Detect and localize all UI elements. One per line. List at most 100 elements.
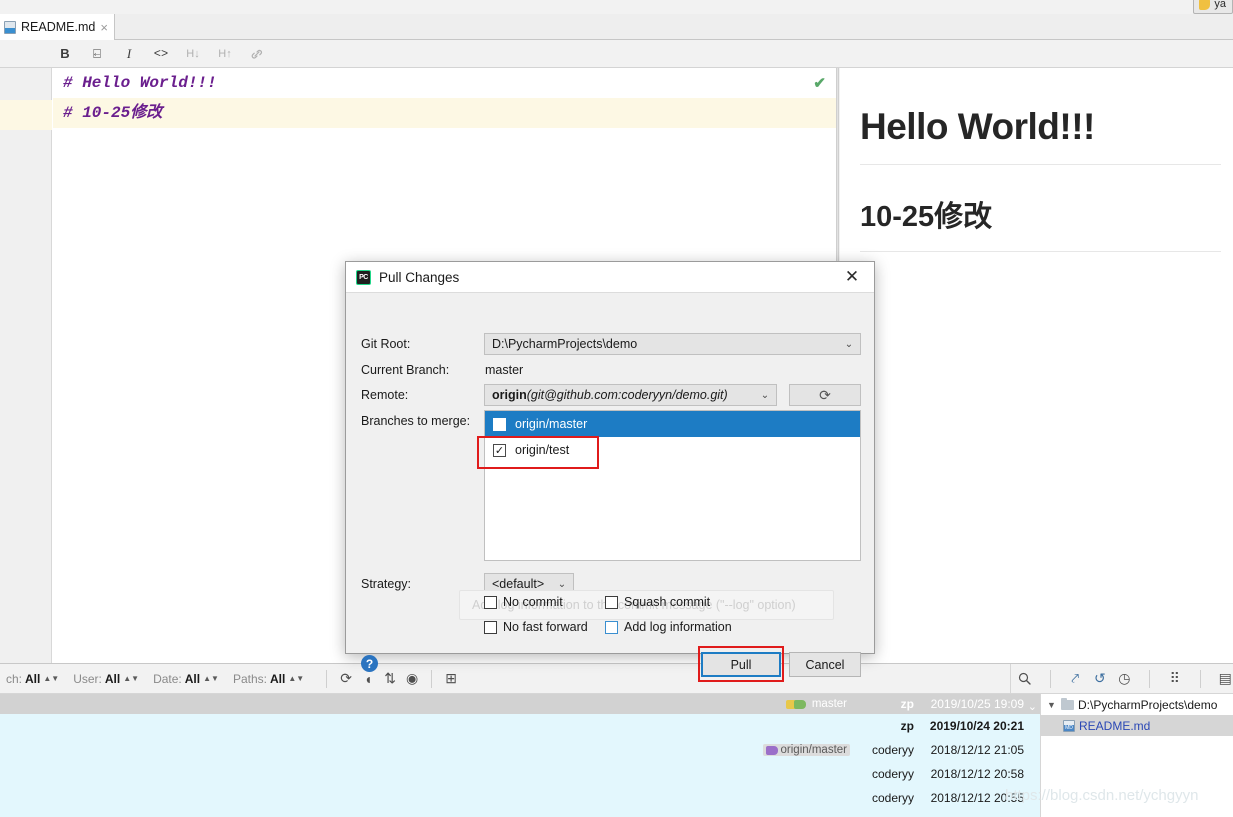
filter-user[interactable]: User: All ▲▼ (73, 672, 139, 686)
bold-icon[interactable]: B (56, 45, 74, 63)
sort-icon[interactable]: ⇅ (379, 669, 401, 689)
header-up-icon[interactable]: H↑ (216, 45, 234, 63)
branches-list[interactable]: origin/master ✓ origin/test (484, 410, 861, 561)
checkbox[interactable]: ✓ (493, 443, 506, 457)
changed-files-tree[interactable]: ▼ D:\PycharmProjects\demo README.md (1040, 694, 1233, 817)
table-row[interactable]: origin/master coderyy 2018/12/12 21:05 (0, 740, 1040, 760)
dialog-body: Git Root: D:\PycharmProjects\demo ⌄ Curr… (346, 293, 874, 682)
tree-root-label: D:\PycharmProjects\demo (1078, 697, 1218, 712)
ref-label: master (811, 698, 847, 710)
filter-paths[interactable]: Paths: All ▲▼ (233, 672, 304, 686)
pull-button[interactable]: Pull (701, 652, 781, 677)
commit-author: zp (900, 719, 914, 733)
list-item[interactable]: ✓ origin/test (485, 437, 860, 463)
commit-date: 2019/10/24 20:21 (929, 719, 1024, 733)
strikethrough-icon[interactable]: ⍇ (88, 45, 106, 63)
refresh-remotes-button[interactable]: ⟳ (789, 384, 861, 406)
header-down-icon[interactable]: H↓ (184, 45, 202, 63)
preview-rule (860, 251, 1221, 252)
vcs-log-toolbar: ch: All ▲▼ User: All ▲▼ Date: All ▲▼ Pat… (0, 664, 1040, 694)
help-icon[interactable]: ? (361, 655, 378, 672)
markdown-toolbar: B ⍇ I <> H↓ H↑ (0, 40, 1233, 68)
table-row[interactable]: zp 2019/10/24 20:21 (0, 716, 1040, 736)
table-row[interactable]: coderyy 2018/12/12 20:55 (0, 788, 1040, 808)
commit-author: coderyy (871, 767, 914, 781)
git-root-select[interactable]: D:\PycharmProjects\demo ⌄ (484, 333, 861, 355)
close-icon[interactable]: ✕ (830, 262, 874, 293)
commit-date: 2018/12/12 20:58 (930, 767, 1024, 781)
intellisort-icon[interactable]: ⊞ (440, 669, 462, 689)
tree-node-root[interactable]: ▼ D:\PycharmProjects\demo (1041, 694, 1233, 715)
markdown-file-icon (1063, 719, 1075, 732)
divider (1199, 669, 1201, 688)
yaml-tool-button[interactable]: ya (1193, 0, 1233, 14)
checkbox[interactable] (493, 417, 506, 431)
inspection-ok-icon[interactable]: ✔ (813, 74, 826, 92)
chevron-updown-icon: ▲▼ (123, 673, 140, 683)
checkbox[interactable] (605, 620, 618, 634)
chevron-updown-icon: ▲▼ (288, 673, 305, 683)
chevron-down-icon: ⌄ (557, 578, 567, 590)
branch-label: origin/master (515, 417, 588, 431)
commit-list[interactable]: master zp 2019/10/25 19:09 zp 2019/10/24… (0, 694, 1040, 817)
filter-value: All (25, 671, 41, 686)
preview-rule (860, 164, 1221, 165)
no-fast-forward-checkbox[interactable]: No fast forward (484, 620, 588, 634)
table-row[interactable]: master zp 2019/10/25 19:09 (0, 694, 1040, 714)
no-commit-checkbox[interactable]: No commit (484, 595, 563, 609)
close-icon[interactable]: × (100, 21, 108, 34)
chevron-updown-icon: ▲▼ (203, 673, 219, 683)
add-log-information-checkbox[interactable]: Add log information (605, 620, 732, 634)
branches-to-merge-label: Branches to merge: (361, 414, 471, 428)
chevron-down-icon[interactable]: ⌄ (1028, 700, 1037, 713)
divider (1049, 669, 1051, 688)
filter-date[interactable]: Date: All ▲▼ (153, 672, 219, 686)
add-log-information-label: Add log information (624, 620, 732, 634)
link-icon[interactable] (248, 45, 266, 63)
history-icon[interactable]: ◷ (1117, 669, 1133, 689)
eye-icon[interactable]: ◉ (401, 669, 423, 689)
group-icon[interactable]: ⠿ (1167, 669, 1183, 689)
branch-arrow-icon (793, 699, 806, 709)
refresh-icon[interactable]: ⟳ (335, 669, 357, 689)
table-row[interactable]: coderyy 2018/12/12 20:58 (0, 764, 1040, 784)
branch-label: origin/test (515, 443, 570, 457)
tab-readme-md[interactable]: README.md × (0, 14, 115, 40)
code-line: # 10-25修改 (53, 98, 836, 128)
filter-branch[interactable]: ch: All ▲▼ (6, 672, 59, 686)
filter-label: User: (73, 671, 102, 686)
filter-label: ch: (6, 671, 23, 686)
strategy-value: <default> (492, 577, 545, 591)
markdown-preview-pane: Hello World!!! 10-25修改 (840, 68, 1233, 663)
refresh-icon: ⟳ (819, 386, 831, 403)
remote-name: origin (492, 388, 527, 402)
chevron-down-icon[interactable]: ▼ (1047, 700, 1057, 710)
italic-icon[interactable]: I (120, 45, 138, 63)
jump-to-source-icon[interactable]: ⤤ (1067, 669, 1083, 689)
revert-icon[interactable]: ↺ (1092, 669, 1108, 689)
ref-label: origin/master (780, 744, 847, 756)
checkbox[interactable] (484, 620, 497, 634)
remote-tag-icon (765, 745, 778, 755)
commit-date: 2019/10/25 19:09 (930, 697, 1024, 711)
tree-node-file[interactable]: README.md (1041, 715, 1233, 736)
pycharm-icon: PC (356, 269, 371, 285)
remote-select[interactable]: origin (git@github.com:coderyyn/demo.git)… (484, 384, 777, 406)
list-item[interactable]: origin/master (485, 411, 860, 437)
strategy-label: Strategy: (361, 577, 412, 591)
commit-refs: master (783, 698, 850, 710)
dialog-title: Pull Changes (379, 269, 460, 285)
checkbox[interactable] (484, 595, 497, 609)
filter-label: Paths: (232, 671, 267, 686)
top-strip: ya (0, 0, 1233, 14)
show-diff-icon[interactable]: ▤ (1217, 669, 1233, 689)
commit-date: 2018/12/12 21:05 (930, 743, 1024, 757)
search-icon[interactable] (1017, 669, 1033, 689)
cancel-button[interactable]: Cancel (789, 652, 861, 677)
commit-refs: origin/master (762, 744, 850, 756)
code-icon[interactable]: <> (152, 45, 170, 63)
filter-label: Date: (153, 671, 182, 686)
filter-value: All (104, 671, 121, 686)
checkbox[interactable] (605, 595, 618, 609)
squash-commit-checkbox[interactable]: Squash commit (605, 595, 710, 609)
